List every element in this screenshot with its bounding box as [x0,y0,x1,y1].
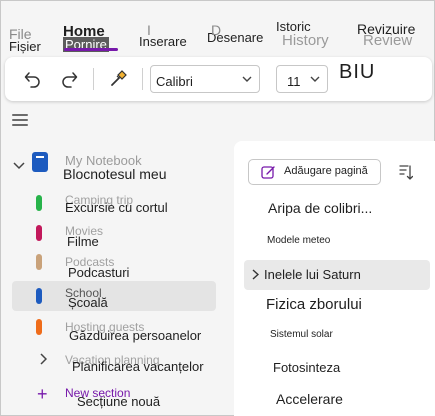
section-color-tab [36,254,42,270]
page-saturn-rings[interactable]: Inelele lui Saturn [244,260,430,290]
section-label: Excursie cu cortul [65,200,168,215]
font-size-value: 11 [287,74,301,89]
section-group-vacation[interactable]: Vacation planning Planificarea vacanțelo… [1,349,226,379]
notebook-title[interactable]: Blocnotesul meu [63,166,167,182]
page-label: Aripa de colibri... [268,200,373,216]
add-page-label: Adăugare pagină [284,165,368,177]
font-name-value: Calibri [156,74,193,89]
hamburger-icon-line [12,119,28,121]
section-color-tab [36,195,42,211]
tab-review-ghost: Review [363,32,413,49]
section-podcasts[interactable]: Podcasts Podcasturi [1,251,226,281]
page-weather-patterns[interactable]: Modele meteo [244,229,435,259]
tab-insert[interactable]: I Inserare [139,22,187,49]
section-label: Școală [68,295,108,310]
section-label: Filme [67,234,99,249]
add-page-button[interactable]: Adăugare pagină [248,159,381,185]
active-tab-indicator [64,48,118,51]
page-label: Inelele lui Saturn [264,267,361,282]
section-color-tab [36,288,42,304]
page-label: Accelerare [276,391,343,407]
ribbon-toolbar: Calibri 11 BIU [5,57,432,101]
page-label: Sistemul solar [270,329,333,340]
notebook-icon [32,152,48,172]
section-hosting-guests[interactable]: Hosting guests Găzduirea persoanelor [1,317,226,347]
section-label: Găzduirea persoanelor [69,328,202,343]
tab-review[interactable]: Revizuire Review [357,21,415,49]
chevron-down-icon [242,76,252,82]
tab-file-ghost: File [9,26,32,42]
section-color-tab [36,225,42,241]
plus-icon[interactable]: + [37,384,48,405]
page-solar-system[interactable]: Sistemul solar [244,324,435,354]
undo-button[interactable] [21,67,45,91]
tab-draw-ghost: D [211,22,222,38]
hamburger-icon-line [12,124,28,126]
page-label: Fotosinteza [273,360,341,375]
section-school[interactable]: School Școală [12,281,216,311]
tab-draw[interactable]: D Desenare [207,22,263,45]
section-label: Planificarea vacanțelor [72,359,204,374]
tab-history-ghost: History [282,32,329,49]
tab-home-ghost: Home [63,23,105,40]
tab-file[interactable]: File Fișier [9,26,41,54]
undo-icon [24,72,40,88]
sort-icon[interactable] [397,163,413,181]
page-label: Fizica zborului [266,296,362,313]
compose-icon [261,166,275,179]
onenote-window: File Fișier Home Pornire I Inserare D De… [0,0,435,416]
pages-pane: Adăugare pagină Aripa de colibri... Mode… [234,141,435,416]
font-name-dropdown[interactable]: Calibri [150,65,260,93]
tab-history[interactable]: Istoric History [276,19,329,49]
section-color-tab [36,319,42,335]
ribbon-separator [142,68,143,90]
page-label: Modele meteo [267,235,331,246]
page-flight-physics[interactable]: Fizica zborului [244,291,435,321]
page-hummingbird[interactable]: Aripa de colibri... [244,196,435,226]
ribbon-separator [93,68,94,90]
page-acceleration[interactable]: Accelerare [244,384,435,414]
format-painter-button[interactable] [106,67,130,91]
format-painter-icon [111,70,127,86]
section-movies[interactable]: Movies Filme [1,219,226,249]
section-label: Podcasturi [68,265,130,280]
new-section-button[interactable]: Secțiune nouă [77,394,160,409]
tab-insert-ghost: I [147,22,151,38]
chevron-down-icon [310,76,320,82]
bold-italic-underline-buttons[interactable]: BIU [339,61,375,84]
redo-icon [62,72,78,88]
section-camping[interactable]: Camping trip Excursie cu cortul [1,189,226,219]
ribbon-tabs: File Fișier Home Pornire I Inserare D De… [1,1,435,55]
page-photosynthesis[interactable]: Fotosinteza [244,353,435,383]
hamburger-icon [12,114,28,116]
redo-button[interactable] [57,67,81,91]
navigation-toggle-button[interactable] [12,114,28,128]
chevron-right-icon[interactable] [252,269,259,280]
chevron-down-icon[interactable] [13,161,25,171]
font-size-dropdown[interactable]: 11 [276,65,328,93]
